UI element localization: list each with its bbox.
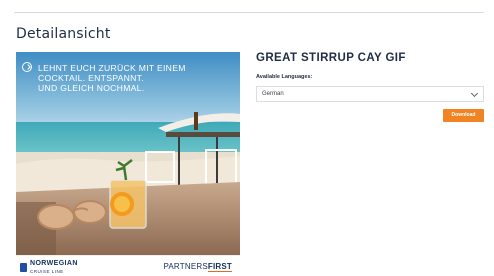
chevron-down-icon[interactable]	[470, 89, 479, 98]
pf-light: PARTNERS	[163, 262, 208, 271]
language-select-value: German	[262, 91, 284, 97]
ncl-badge-icon	[20, 262, 27, 272]
language-select[interactable]: German	[256, 86, 484, 102]
page-title: Detailansicht	[16, 26, 111, 42]
ncl-subname: CRUISE LINE	[30, 268, 64, 274]
header-divider	[14, 12, 484, 13]
ncl-name: NORWEGIAN	[30, 259, 78, 267]
ncl-wordmark: NORWEGIAN CRUISE LINE	[30, 260, 78, 275]
asset-title: GREAT STIRRUP CAY GIF	[256, 52, 406, 64]
promo-line-2: COCKTAIL. ENTSPANNT.	[38, 73, 144, 83]
languages-label: Available Languages:	[256, 74, 313, 80]
partners-first-logo: PARTNERSFIRST	[163, 262, 232, 272]
brand-strip: NORWEGIAN CRUISE LINE PARTNERSFIRST	[16, 255, 240, 276]
download-button[interactable]: Download	[443, 109, 484, 122]
pf-bold: FIRST	[207, 262, 232, 272]
asset-preview[interactable]: LEHNT EUCH ZURÜCK MIT EINEM COCKTAIL. EN…	[16, 52, 240, 276]
ncl-logo: NORWEGIAN CRUISE LINE	[20, 260, 78, 274]
promo-line-1-text: LEHNT EUCH ZURÜCK MIT EINEM	[38, 63, 186, 73]
promo-line-3: UND GLEICH NOCHMAL.	[38, 83, 145, 93]
promo-line-1: LEHNT EUCH ZURÜCK MIT EINEM	[22, 62, 222, 73]
replay-circle-icon	[22, 62, 32, 72]
promo-overlay-text: LEHNT EUCH ZURÜCK MIT EINEM COCKTAIL. EN…	[22, 62, 222, 93]
